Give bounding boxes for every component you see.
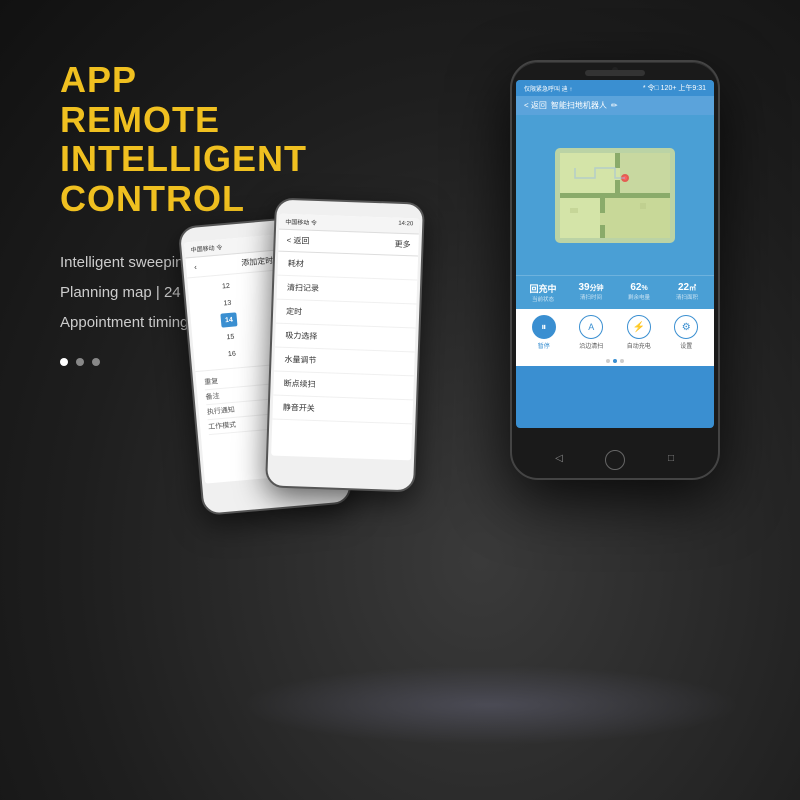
ctrl-btn-charge[interactable]: ⚡ 自动充电	[627, 315, 651, 350]
dots-indicator	[516, 356, 714, 366]
nav-recent-btn[interactable]: □	[663, 450, 679, 466]
nav-back-btn[interactable]: ◁	[551, 450, 567, 466]
phone-secondary-right: 中国移动 令 14:20 < 返回 更多 耗材 清扫记录 定时 吸力选择 水量调…	[265, 197, 425, 492]
ind-dot-2	[613, 359, 617, 363]
phone-main: 仅限紧急呼叫 迪 ↑ * 令□ 120+ 上午9:31 < 返回 智能扫地机器人…	[510, 60, 720, 480]
status-right: * 令□ 120+ 上午9:31	[643, 83, 706, 93]
stat-status-label: 当前状态	[520, 295, 566, 303]
ind-dot-1	[606, 359, 610, 363]
ctrl-label-edge: 沿边清扫	[579, 341, 603, 350]
stat-area-value: 22㎡	[664, 282, 710, 293]
pause-icon: ⏸	[532, 315, 556, 339]
stat-time-value: 39分钟	[568, 282, 614, 293]
ctrl-label-pause: 暂停	[538, 341, 550, 350]
carrier-right: 中国移动 令	[285, 217, 317, 227]
notch	[585, 70, 645, 76]
stats-section: 回充中 当前状态 39分钟 清扫时间 62% 剩余电量 22㎡ 清扫面积	[516, 275, 714, 309]
back-btn-right[interactable]: < 返回	[286, 235, 309, 247]
cal-cell: 15	[222, 329, 239, 344]
ind-dot-3	[620, 359, 624, 363]
status-left: 仅限紧急呼叫 迪 ↑	[524, 84, 572, 93]
glow-base	[240, 665, 740, 745]
settings-icon: ⚙	[674, 315, 698, 339]
stat-area: 22㎡ 清扫面积	[664, 282, 710, 303]
dot-2[interactable]	[76, 358, 84, 366]
more-btn-right[interactable]: 更多	[394, 239, 410, 251]
dot-3[interactable]	[92, 358, 100, 366]
cal-cell: 12	[217, 278, 234, 293]
stat-battery-label: 剩余电量	[616, 293, 662, 301]
nav-home-btn[interactable]	[605, 450, 625, 470]
stat-status-value: 回充中	[520, 282, 566, 295]
menu-list-right: 耗材 清扫记录 定时 吸力选择 水量调节 断点续扫 静音开关	[272, 252, 418, 425]
phone-screen-main: 仅限紧急呼叫 迪 ↑ * 令□ 120+ 上午9:31 < 返回 智能扫地机器人…	[516, 80, 714, 428]
cal-cell: 13	[219, 295, 236, 310]
time-right: 14:20	[398, 221, 413, 231]
header-title-left: 添加定时	[241, 255, 274, 269]
back-btn-left[interactable]: ‹	[194, 263, 197, 272]
phone-nav: < 返回 智能扫地机器人 ✏	[516, 96, 714, 115]
android-nav: ◁ □	[512, 450, 718, 470]
menu-item-7[interactable]: 静音开关	[272, 396, 413, 425]
map-svg	[540, 123, 690, 268]
ctrl-btn-pause[interactable]: ⏸ 暂停	[532, 315, 556, 350]
cal-cell: 16	[223, 346, 240, 361]
charge-icon: ⚡	[627, 315, 651, 339]
stat-time: 39分钟 清扫时间	[568, 282, 614, 303]
stat-battery-value: 62%	[616, 282, 662, 293]
edit-icon[interactable]: ✏	[611, 101, 618, 110]
title-line2: REMOTE INTELLIGENT	[60, 100, 400, 179]
title-line1: APP	[60, 60, 400, 100]
map-image	[540, 123, 690, 268]
app-title: APP REMOTE INTELLIGENT CONTROL	[60, 60, 400, 218]
nav-back[interactable]: < 返回	[524, 100, 547, 111]
stat-area-label: 清扫面积	[664, 293, 710, 301]
status-bar-main: 仅限紧急呼叫 迪 ↑ * 令□ 120+ 上午9:31	[516, 80, 714, 96]
ctrl-label-settings: 设置	[680, 341, 692, 350]
phone-screen-right: 中国移动 令 14:20 < 返回 更多 耗材 清扫记录 定时 吸力选择 水量调…	[271, 214, 419, 461]
nav-title: 智能扫地机器人	[551, 100, 607, 111]
stat-time-label: 清扫时间	[568, 293, 614, 301]
map-area	[516, 115, 714, 275]
controls-section: ⏸ 暂停 A 沿边清扫 ⚡ 自动充电 ⚙ 设置	[516, 309, 714, 356]
stat-battery: 62% 剩余电量	[616, 282, 662, 303]
edge-icon: A	[579, 315, 603, 339]
carrier-left: 中国移动 令	[190, 242, 222, 254]
ctrl-label-charge: 自动充电	[627, 341, 651, 350]
ctrl-btn-edge[interactable]: A 沿边清扫	[579, 315, 603, 350]
ctrl-btn-settings[interactable]: ⚙ 设置	[674, 315, 698, 350]
stat-status: 回充中 当前状态	[520, 282, 566, 303]
cal-cell-today: 14	[220, 312, 237, 327]
dot-1[interactable]	[60, 358, 68, 366]
